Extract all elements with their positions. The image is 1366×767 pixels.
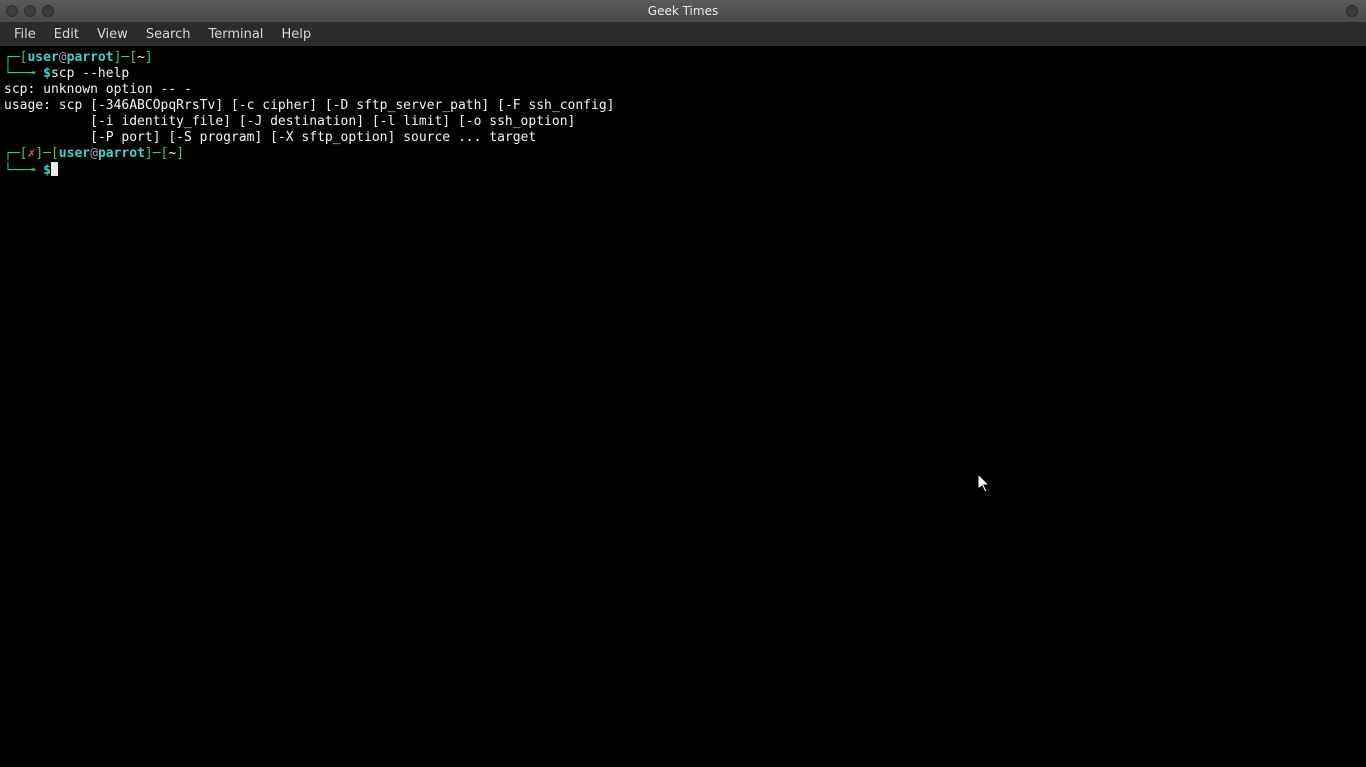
output-line: scp: unknown option -- - — [4, 82, 192, 97]
window-title: Geek Times — [0, 4, 1366, 18]
prompt-bracket: ]─[ — [145, 146, 168, 161]
output-line: [-i identity_file] [-J destination] [-l … — [4, 114, 575, 129]
output-line: [-P port] [-S program] [-X sftp_option] … — [4, 130, 536, 145]
menu-view[interactable]: View — [89, 25, 136, 44]
output-line: usage: scp [-346ABCOpqRrsTv] [-c cipher]… — [4, 98, 614, 113]
menu-edit[interactable]: Edit — [46, 25, 87, 44]
window-maximize-button[interactable] — [42, 5, 54, 17]
command-text: scp --help — [51, 66, 129, 81]
prompt-bracket: ]─[ — [114, 50, 137, 65]
window-close-button[interactable] — [6, 5, 18, 17]
menu-file[interactable]: File — [6, 25, 44, 44]
prompt-bracket: ] — [176, 146, 184, 161]
prompt-bracket: ┌─[ — [4, 146, 27, 161]
window-menu-button[interactable] — [1346, 5, 1358, 17]
prompt-bracket: ┌─[ — [4, 50, 27, 65]
prompt-bracket: ]─[ — [35, 146, 58, 161]
prompt-user: user — [59, 146, 90, 161]
menu-search[interactable]: Search — [138, 25, 199, 44]
prompt-at: @ — [59, 50, 67, 65]
window-minimize-button[interactable] — [24, 5, 36, 17]
window-titlebar: Geek Times — [0, 0, 1366, 22]
menubar: File Edit View Search Terminal Help — [0, 22, 1366, 46]
prompt-bracket: ] — [145, 50, 153, 65]
text-cursor — [51, 162, 58, 176]
prompt-host: parrot — [67, 50, 114, 65]
prompt-user: user — [27, 50, 58, 65]
menu-terminal[interactable]: Terminal — [200, 25, 271, 44]
prompt-arrow: └──╼ — [4, 163, 43, 178]
prompt-dollar: $ — [43, 66, 51, 81]
window-controls — [0, 5, 54, 17]
prompt-at: @ — [90, 146, 98, 161]
prompt-arrow: └──╼ — [4, 66, 43, 81]
prompt-host: parrot — [98, 146, 145, 161]
terminal-output-area[interactable]: ┌─[user@parrot]─[~] └──╼ $scp --help scp… — [0, 46, 1366, 767]
prompt-cwd: ~ — [137, 50, 145, 65]
menu-help[interactable]: Help — [273, 25, 319, 44]
prompt-dollar: $ — [43, 163, 51, 178]
